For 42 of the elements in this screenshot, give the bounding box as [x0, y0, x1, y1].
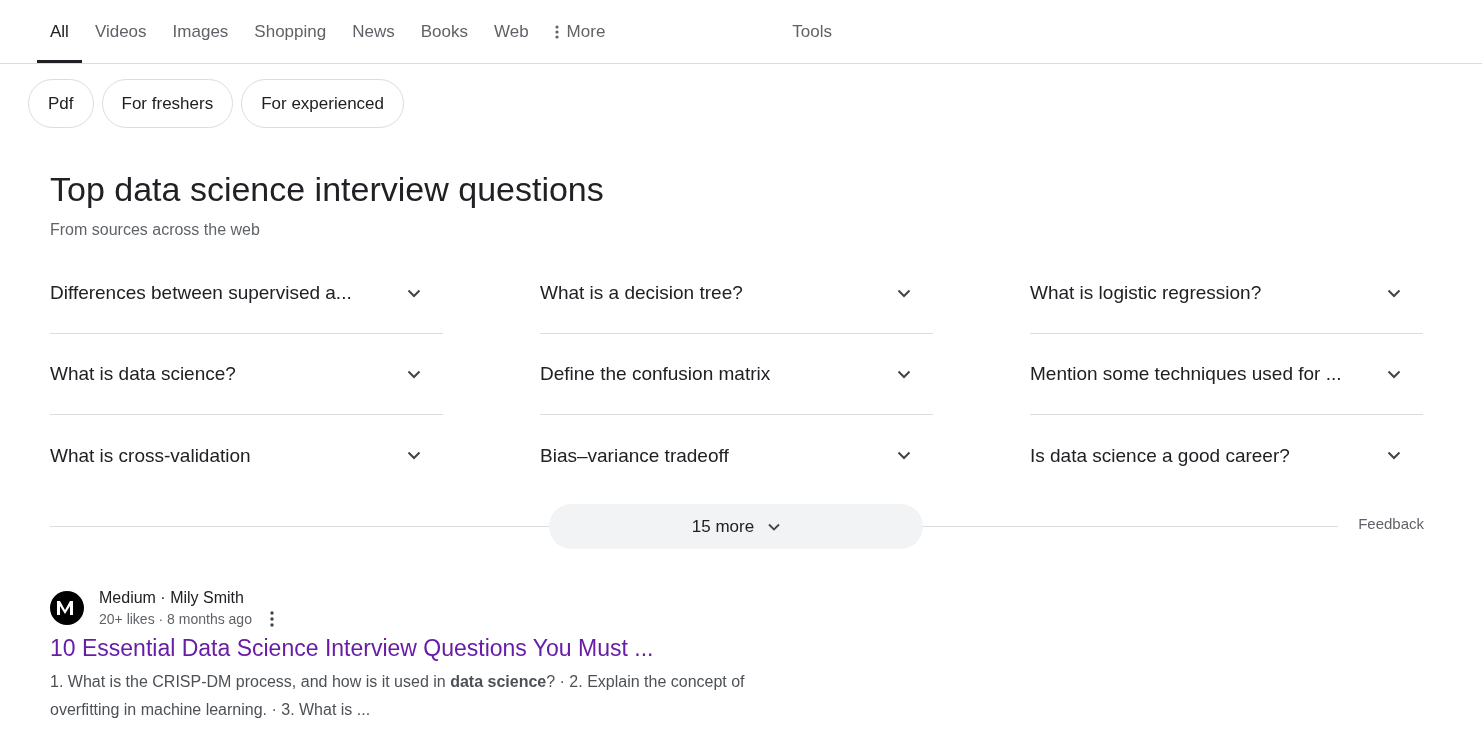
question-item[interactable]: What is cross-validation [50, 415, 443, 496]
chevron-down-icon [407, 451, 421, 460]
section-subtitle: From sources across the web [50, 221, 261, 239]
question-item[interactable]: Mention some techniques used for ... [1030, 334, 1423, 415]
chevron-down-icon [897, 451, 911, 460]
chevron-down-icon [768, 522, 781, 531]
search-tab[interactable]: All [37, 0, 82, 63]
chevron-down-icon [1387, 451, 1401, 460]
search-tab[interactable]: Shopping [241, 0, 340, 63]
search-tab[interactable]: More [541, 0, 619, 63]
chevron-down-icon [407, 369, 421, 379]
question-item[interactable]: Differences between supervised a... [50, 253, 443, 334]
result-snippet: 1. What is the CRISP-DM process, and how is it used in data science? · 2. Explain the concept of overfitting in machine learning. · 3. What is ... [50, 672, 746, 720]
chevron-down-icon [897, 369, 911, 379]
search-tab[interactable]: Web [480, 0, 542, 63]
search-tab[interactable]: Images [159, 0, 242, 63]
source-name: Medium · Mily Smith [99, 589, 245, 607]
result-meta: 20+ likes · 8 months ago [99, 611, 252, 627]
filter-chip[interactable]: For experienced [241, 79, 404, 128]
feedback-link[interactable]: Feedback [1358, 515, 1424, 532]
question-item[interactable]: What is a decision tree? [540, 253, 933, 334]
chevron-down-icon [897, 288, 911, 298]
filter-chip[interactable]: For freshers [101, 79, 234, 128]
question-item[interactable]: Bias–variance tradeoff [540, 415, 933, 496]
more-vertical-icon[interactable] [269, 611, 274, 627]
search-tab[interactable]: News [339, 0, 408, 63]
more-vertical-icon [554, 24, 559, 39]
search-tab[interactable]: Books [407, 0, 481, 63]
question-item[interactable]: What is data science? [50, 334, 443, 415]
chevron-down-icon [407, 288, 421, 298]
search-tab[interactable]: Videos [81, 0, 160, 63]
question-item[interactable]: Is data science a good career? [1030, 415, 1423, 496]
chevron-down-icon [1387, 369, 1401, 379]
show-more-button[interactable]: 15 more [549, 504, 923, 549]
tools-button[interactable]: Tools [792, 0, 833, 63]
result-title-link[interactable]: 10 Essential Data Science Interview Questions You Must ... [50, 635, 1482, 662]
section-heading: Top data science interview questions [50, 170, 605, 209]
question-item[interactable]: What is logistic regression? [1030, 253, 1423, 334]
site-logo-icon [50, 591, 84, 625]
question-item[interactable]: Define the confusion matrix [540, 334, 933, 415]
filter-chip[interactable]: Pdf [28, 79, 94, 128]
chevron-down-icon [1387, 288, 1401, 298]
